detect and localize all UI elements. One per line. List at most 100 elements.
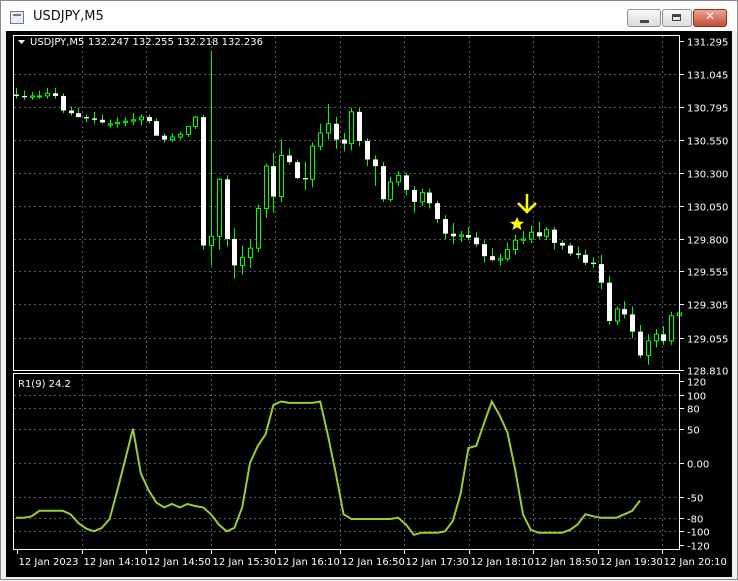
price-tick-label: 129.800 <box>687 236 728 247</box>
time-tick-label: 12 Jan 2023 <box>19 557 79 568</box>
candle-body-bear <box>381 166 386 200</box>
candle-body-bear <box>271 166 276 197</box>
price-tick-label: 130.795 <box>687 104 728 115</box>
candle-body-bull <box>30 95 35 98</box>
indicator-tick-label: -120 <box>687 542 710 553</box>
indicator-label: R1(9) 24.2 <box>18 379 71 390</box>
candle-body-bull <box>521 238 526 241</box>
candle-body-bull <box>45 92 50 97</box>
candle-body-bear <box>630 314 635 332</box>
candle-body-bear <box>365 140 370 160</box>
candle-body-bear <box>303 178 308 180</box>
candle-body-bear <box>76 113 81 118</box>
candle-body-bull <box>240 256 245 266</box>
candle-body-bear <box>599 264 604 283</box>
candle-body-bull <box>318 132 323 147</box>
candle-body-bear <box>451 233 456 237</box>
candle-body-bull <box>529 231 534 240</box>
candle-body-bear <box>22 95 27 98</box>
candle-body-bull <box>669 315 674 342</box>
candle-body-bear <box>552 229 557 243</box>
indicator-tick-label: 120 <box>687 378 706 389</box>
close-icon: ✕ <box>704 9 716 23</box>
price-tick-label: 129.055 <box>687 335 728 346</box>
candle-body-bear <box>373 159 378 167</box>
time-tick-label: 12 Jan 14:50 <box>148 557 211 568</box>
chart-canvas[interactable]: USDJPY,M5 132.247 132.255 132.218 132.23… <box>6 31 732 577</box>
candle-body-bull <box>115 121 120 125</box>
candle-body-bear <box>232 238 237 266</box>
candle-body-bear <box>147 117 152 122</box>
chart-window-icon <box>10 11 24 24</box>
candle-body-bear <box>225 179 230 239</box>
candle-body-bull <box>139 116 144 121</box>
candle-body-bear <box>560 242 565 246</box>
indicator-tick-label: -100 <box>687 528 710 539</box>
candle-body-bull <box>513 239 518 251</box>
candle-body-bear <box>474 237 479 245</box>
price-tick-label: 130.050 <box>687 203 728 214</box>
time-tick-label: 12 Jan 19:30 <box>600 557 663 568</box>
candle-body-bull <box>264 165 269 209</box>
indicator-tick-label: 100 <box>687 392 706 403</box>
close-button[interactable]: ✕ <box>693 9 727 27</box>
window-title: USDJPY,M5 <box>33 9 104 24</box>
candle-body-bear <box>638 331 643 356</box>
candle-body-bear <box>287 155 292 163</box>
candle-body-bear <box>295 162 300 179</box>
candle-body-bear <box>482 244 487 257</box>
time-tick-label: 12 Jan 15:30 <box>213 557 276 568</box>
candle-body-bull <box>459 234 464 237</box>
candle-body-bear <box>201 117 206 246</box>
candle-body-bear <box>537 232 542 237</box>
time-tick-label: 12 Jan 18:50 <box>535 557 598 568</box>
candle-body-bear <box>591 262 596 265</box>
candle-body-bear <box>404 175 409 190</box>
price-tick-label: 130.300 <box>687 170 728 181</box>
candle-body-bear <box>583 254 588 263</box>
chart-window: USDJPY,M5 ✕ USDJPY,M5 132.247 132.255 13… <box>0 0 738 580</box>
title-bar[interactable]: USDJPY,M5 ✕ <box>1 1 737 31</box>
candle-body-bear <box>568 245 573 254</box>
price-tick-label: 129.555 <box>687 268 728 279</box>
time-tick-label: 12 Jan 17:30 <box>406 557 469 568</box>
price-tick-label: 129.305 <box>687 301 728 312</box>
candle-body-bull <box>279 155 284 198</box>
time-tick-label: 12 Jan 16:10 <box>277 557 340 568</box>
maximize-button[interactable] <box>662 9 692 27</box>
indicator-tick-label: 50 <box>687 426 700 437</box>
candle-body-bull <box>505 249 510 260</box>
time-tick-label: 12 Jan 14:10 <box>84 557 147 568</box>
candle-body-bear <box>100 119 105 123</box>
candle-body-bear <box>53 93 58 96</box>
candle-body-bear <box>357 111 362 141</box>
candle-body-bull <box>123 120 128 123</box>
candle-body-bear <box>607 282 612 322</box>
candle-body-bull <box>193 116 198 127</box>
candle-body-bear <box>443 219 448 234</box>
candle-body-bear <box>92 118 97 120</box>
candle-body-bear <box>69 110 74 114</box>
candle-body-bull <box>615 308 620 322</box>
candle-body-bear <box>154 121 159 136</box>
candle-body-bull <box>186 125 191 135</box>
candle-body-bear <box>427 192 432 204</box>
candle-body-bull <box>248 247 253 258</box>
price-tick-label: 130.550 <box>687 137 728 148</box>
candle-body-bull <box>544 229 549 237</box>
minimize-button[interactable] <box>627 9 661 27</box>
chart-symbol: USDJPY,M5 <box>30 37 84 48</box>
price-tick-label: 131.045 <box>687 71 728 82</box>
candle-body-bull <box>170 136 175 141</box>
candle-body-bear <box>61 95 66 111</box>
time-tick-label: 12 Jan 18:10 <box>471 557 534 568</box>
candle-body-bear <box>334 123 339 140</box>
candle-body-bull <box>420 192 425 203</box>
candle-body-bull <box>131 119 136 122</box>
candle-body-bear <box>576 253 581 255</box>
chart-area[interactable]: USDJPY,M5 132.247 132.255 132.218 132.23… <box>6 31 732 577</box>
candle-body-bull <box>326 123 331 134</box>
candle-body-bull <box>396 174 401 183</box>
candle-body-bear <box>162 135 167 140</box>
time-tick-label: 12 Jan 20:10 <box>664 557 727 568</box>
